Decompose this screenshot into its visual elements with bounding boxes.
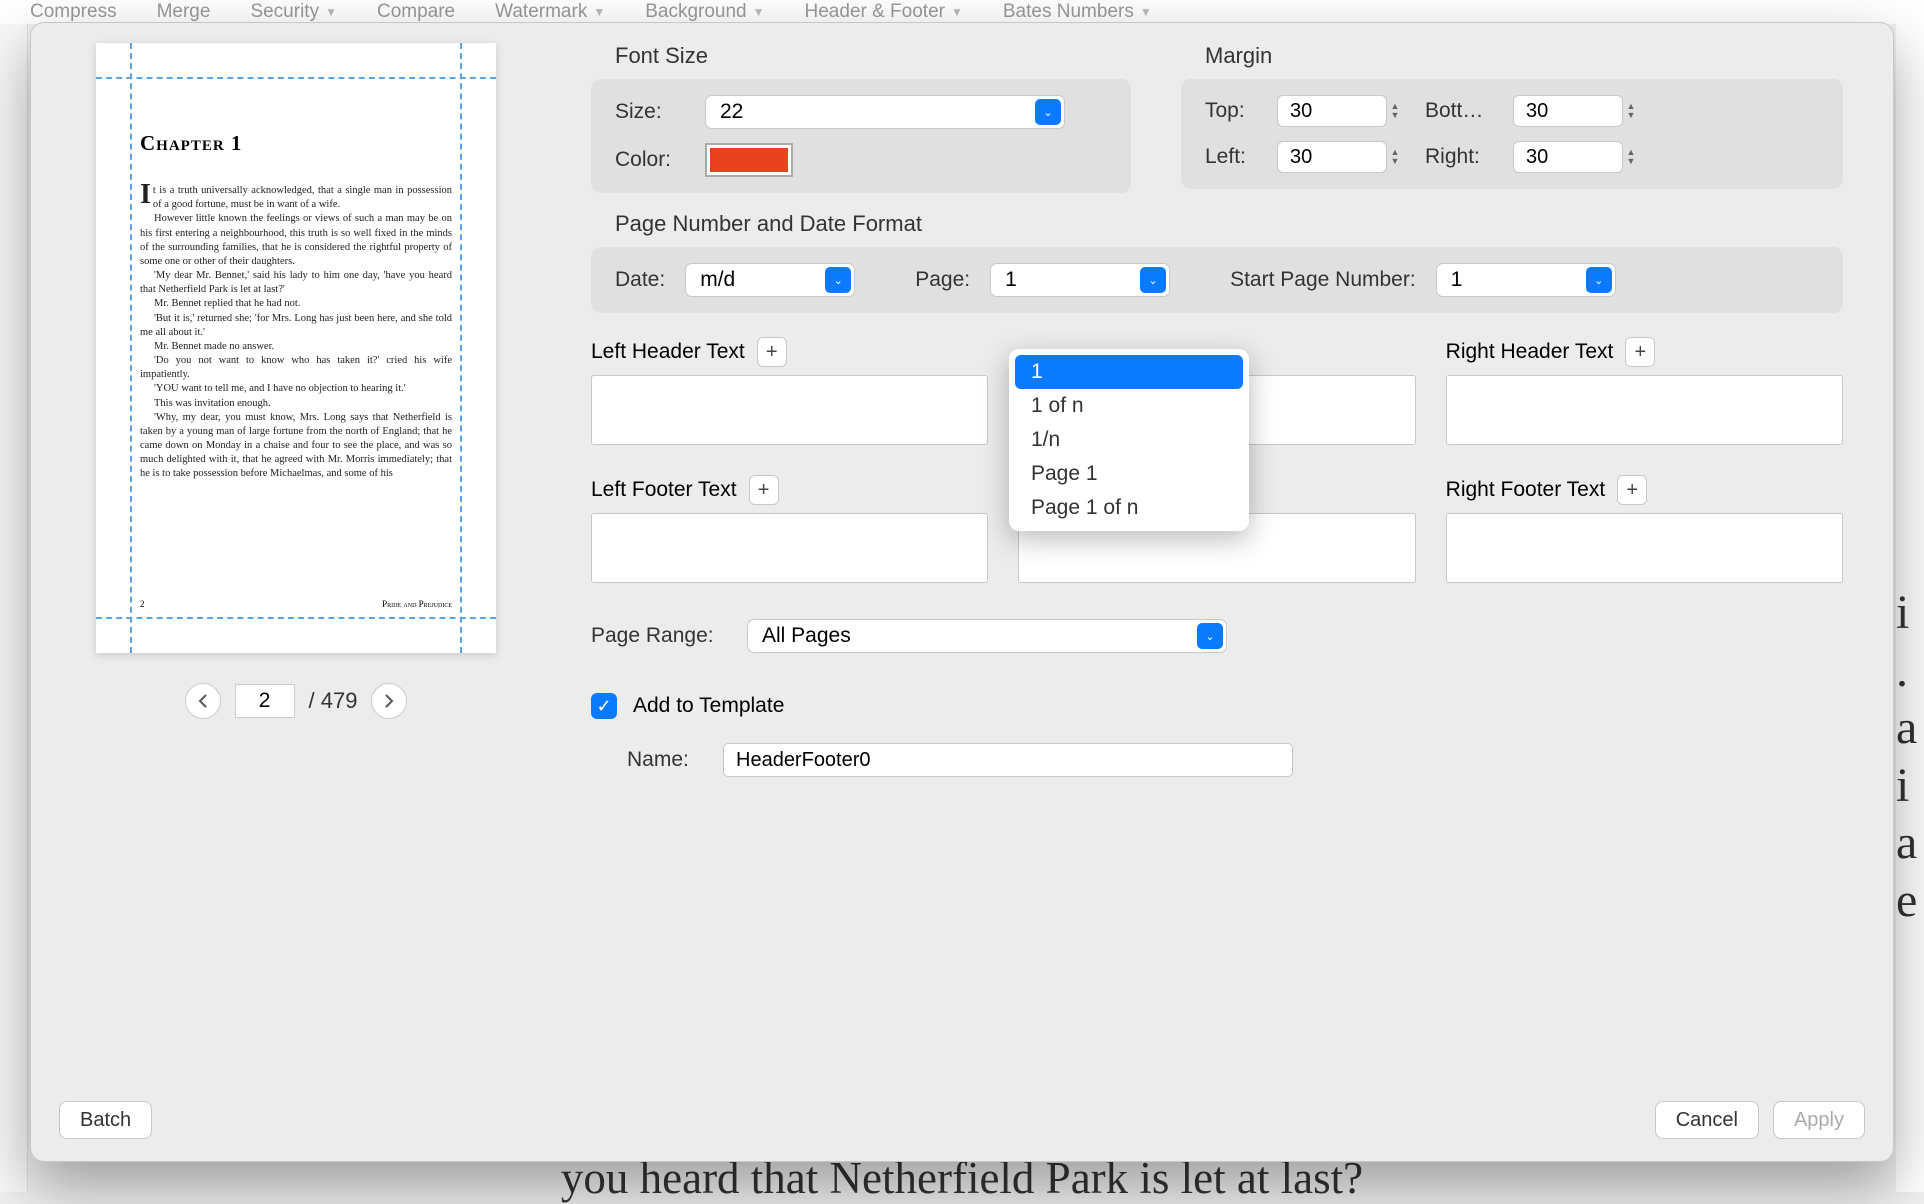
tool-watermark: Watermark ▼ <box>495 1 605 23</box>
font-size-select[interactable]: 22 ⌄ <box>705 95 1065 129</box>
margin-left-label: Left: <box>1205 145 1267 169</box>
page-format-option[interactable]: Page 1 <box>1015 457 1243 491</box>
next-page-button[interactable] <box>371 683 407 719</box>
plus-icon: + <box>1635 341 1647 364</box>
right-footer-textarea[interactable] <box>1446 513 1843 583</box>
margin-bottom-label: Bott… <box>1425 99 1503 123</box>
right-header-label: Right Header Text <box>1446 340 1614 364</box>
page-format-option[interactable]: 1/n <box>1015 423 1243 457</box>
left-header-label: Left Header Text <box>591 340 745 364</box>
page-range-label: Page Range: <box>591 624 731 648</box>
left-footer-label: Left Footer Text <box>591 478 737 502</box>
page-range-select[interactable]: All Pages ⌄ <box>747 619 1227 653</box>
size-label: Size: <box>615 100 687 124</box>
margin-right-label: Right: <box>1425 145 1503 169</box>
plus-icon: + <box>766 341 778 364</box>
plus-icon: + <box>1626 479 1638 502</box>
stepper-icon[interactable]: ▲▼ <box>1622 102 1640 120</box>
margin-guide-left <box>130 43 132 653</box>
chevron-down-icon: ⌄ <box>1586 267 1612 293</box>
form-column: Font Size Size: 22 ⌄ Color: <box>591 43 1863 1077</box>
stepper-icon[interactable]: ▲▼ <box>1622 148 1640 166</box>
margin-bottom-input[interactable]: 30▲▼ <box>1513 95 1623 127</box>
start-page-select[interactable]: 1 ⌄ <box>1436 263 1616 297</box>
font-size-title: Font Size <box>591 43 1131 69</box>
font-size-panel: Size: 22 ⌄ Color: <box>591 79 1131 193</box>
page-format-option[interactable]: 1 of n <box>1015 389 1243 423</box>
prev-page-button[interactable] <box>185 683 221 719</box>
plus-icon: + <box>758 479 770 502</box>
chevron-down-icon: ⌄ <box>1035 99 1061 125</box>
preview-body-text: It is a truth universally acknowledged, … <box>130 184 462 482</box>
right-footer-label: Right Footer Text <box>1446 478 1606 502</box>
tool-bates: Bates Numbers ▼ <box>1003 1 1152 23</box>
apply-button[interactable]: Apply <box>1773 1101 1865 1139</box>
tool-compress: Compress <box>30 1 117 23</box>
right-footer-add-button[interactable]: + <box>1617 475 1647 505</box>
margin-left-input[interactable]: 30▲▼ <box>1277 141 1387 173</box>
background-toolbar: Compress Merge Security ▼ Compare Waterm… <box>0 0 1924 24</box>
left-header-add-button[interactable]: + <box>757 337 787 367</box>
preview-nav: / 479 <box>185 683 408 719</box>
font-color-swatch[interactable] <box>705 143 793 177</box>
left-footer-add-button[interactable]: + <box>749 475 779 505</box>
page-number-title: Page Number and Date Format <box>591 211 1843 237</box>
left-footer-textarea[interactable] <box>591 513 988 583</box>
page-preview: Chapter 1 It is a truth universally ackn… <box>96 43 496 653</box>
header-footer-dialog: Chapter 1 It is a truth universally ackn… <box>30 22 1894 1162</box>
cancel-button[interactable]: Cancel <box>1655 1101 1759 1139</box>
margin-guide-bottom <box>96 617 496 619</box>
check-icon: ✓ <box>596 696 611 717</box>
preview-chapter-title: Chapter 1 <box>140 131 462 156</box>
preview-page-number: 2 <box>140 599 145 609</box>
background-doc-right: i.aiae <box>1896 24 1924 1192</box>
page-number-panel: Date: m/d ⌄ Page: 1 ⌄ Start Page Number: <box>591 247 1843 313</box>
start-page-label: Start Page Number: <box>1230 268 1416 292</box>
date-format-select[interactable]: m/d ⌄ <box>685 263 855 297</box>
stepper-icon[interactable]: ▲▼ <box>1386 148 1404 166</box>
margin-title: Margin <box>1181 43 1843 69</box>
add-to-template-checkbox[interactable]: ✓ <box>591 693 617 719</box>
template-name-input[interactable] <box>723 743 1293 777</box>
margin-top-input[interactable]: 30▲▼ <box>1277 95 1387 127</box>
page-format-option[interactable]: 1 <box>1015 355 1243 389</box>
margin-panel: Top: 30▲▼ Bott… 30▲▼ Left: 30▲▼ Right: 3… <box>1181 79 1843 189</box>
margin-guide-right <box>460 43 462 653</box>
batch-button[interactable]: Batch <box>59 1101 152 1139</box>
page-format-label: Page: <box>915 268 970 292</box>
color-label: Color: <box>615 148 687 172</box>
background-sidebar <box>0 24 28 1192</box>
page-number-input[interactable] <box>235 684 295 718</box>
margin-right-input[interactable]: 30▲▼ <box>1513 141 1623 173</box>
chevron-down-icon: ⌄ <box>1197 623 1223 649</box>
tool-header-footer: Header & Footer ▼ <box>805 1 963 23</box>
page-format-select[interactable]: 1 ⌄ <box>990 263 1170 297</box>
chevron-right-icon <box>384 694 394 708</box>
template-name-label: Name: <box>627 748 707 772</box>
tool-merge: Merge <box>157 1 211 23</box>
add-to-template-label: Add to Template <box>633 694 784 718</box>
right-header-textarea[interactable] <box>1446 375 1843 445</box>
tool-security: Security ▼ <box>250 1 337 23</box>
page-format-dropdown[interactable]: 1 1 of n 1/n Page 1 Page 1 of n <box>1009 349 1249 531</box>
chevron-down-icon: ⌄ <box>1140 267 1166 293</box>
right-header-add-button[interactable]: + <box>1625 337 1655 367</box>
left-header-textarea[interactable] <box>591 375 988 445</box>
tool-background: Background ▼ <box>645 1 764 23</box>
preview-column: Chapter 1 It is a truth universally ackn… <box>61 43 531 1077</box>
margin-guide-top <box>96 77 496 79</box>
chevron-down-icon: ⌄ <box>825 267 851 293</box>
tool-compare: Compare <box>377 1 455 23</box>
dialog-footer: Batch Cancel Apply <box>31 1087 1893 1161</box>
page-format-option[interactable]: Page 1 of n <box>1015 491 1243 525</box>
page-total-label: / 479 <box>309 688 358 714</box>
date-label: Date: <box>615 268 665 292</box>
preview-book-title: Pride and Prejudice <box>382 599 452 609</box>
stepper-icon[interactable]: ▲▼ <box>1386 102 1404 120</box>
chevron-left-icon <box>198 694 208 708</box>
margin-top-label: Top: <box>1205 99 1267 123</box>
color-preview <box>710 148 788 172</box>
